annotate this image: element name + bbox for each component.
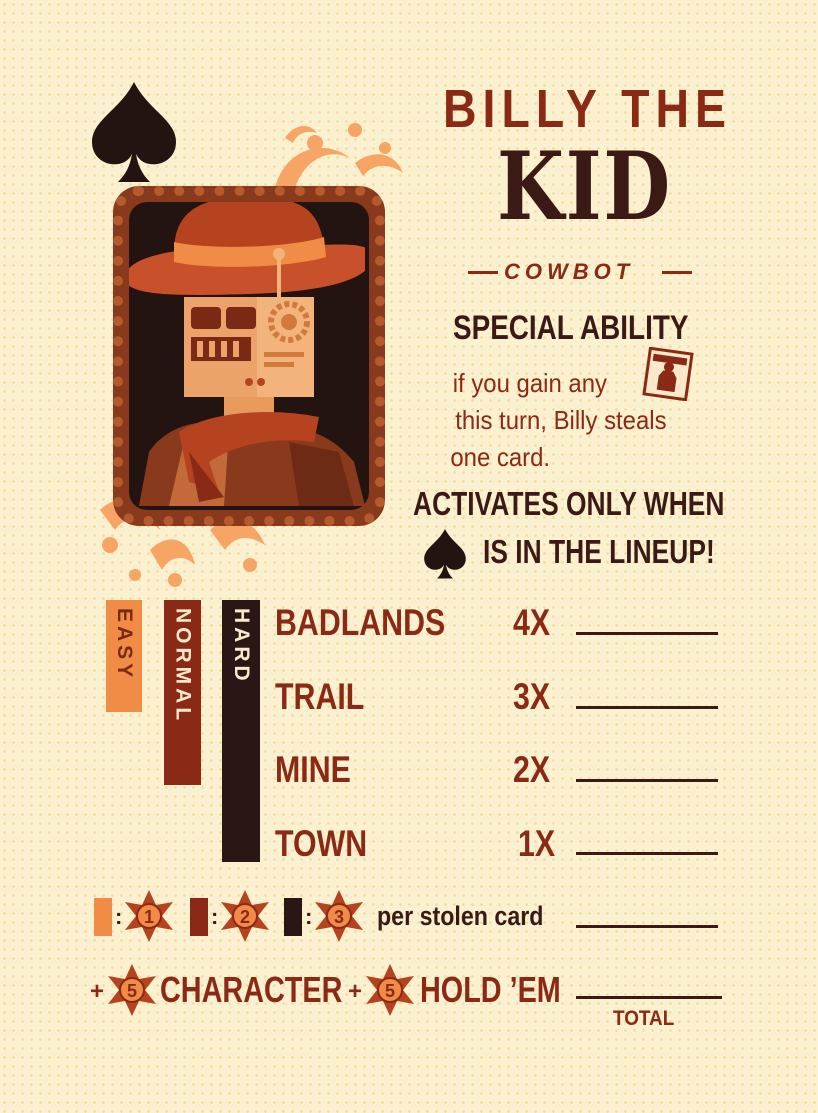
card-title-line2: KID: [497, 132, 672, 242]
character-bonus-label: CHARACTER: [160, 969, 343, 1010]
row-multiplier-mine: 2X: [513, 749, 551, 790]
difficulty-hard-label: HARD: [230, 608, 253, 685]
holdem-points: 5: [385, 981, 395, 1001]
sheriff-badge-icon: 2: [221, 890, 269, 942]
lineup-spade-icon: [424, 528, 466, 579]
difficulty-hard-bar: HARD: [222, 600, 260, 862]
ability-text-line3: one card.: [450, 442, 551, 472]
character-points: 5: [127, 981, 137, 1001]
plus-sign: +: [90, 978, 105, 1005]
hard-square-icon: [284, 898, 302, 936]
portrait-frame: [113, 186, 385, 526]
sheriff-badge-icon: 5: [366, 964, 414, 1016]
badge-value-3: 3: [334, 907, 344, 927]
row-label-mine: MINE: [275, 749, 351, 790]
plus-sign: +: [348, 978, 363, 1005]
per-stolen-card-label: per stolen card: [377, 901, 544, 931]
card-title-line1: BILLY THE: [443, 79, 733, 139]
holdem-bonus-label: HOLD ’EM: [420, 969, 561, 1010]
row-label-badlands: BADLANDS: [275, 602, 446, 643]
activates-line1: ACTIVATES ONLY WHEN: [413, 485, 725, 522]
ability-text-line1: if you gain any: [452, 368, 607, 398]
row-multiplier-town: 1X: [518, 823, 556, 864]
total-label: TOTAL: [613, 1007, 675, 1030]
sheriff-badge-icon: 1: [125, 890, 173, 942]
score-line-trail[interactable]: [576, 706, 718, 709]
score-line-mine[interactable]: [576, 779, 718, 782]
spade-icon: [92, 82, 176, 182]
normal-square-icon: [190, 898, 208, 936]
score-line-town[interactable]: [576, 852, 718, 855]
score-line-badlands[interactable]: [576, 632, 718, 635]
subtitle-dash-right: [662, 271, 692, 274]
row-label-town: TOWN: [275, 823, 368, 864]
difficulty-easy-bar: EASY: [106, 600, 142, 712]
score-line-total[interactable]: [576, 996, 722, 999]
subtitle-dash-left: [468, 271, 498, 274]
row-multiplier-trail: 3X: [513, 676, 551, 717]
cowbot-portrait-illustration: [129, 202, 365, 506]
score-line-stolen[interactable]: [576, 925, 718, 928]
easy-square-icon: [94, 898, 112, 936]
ability-text-line2: this turn, Billy steals: [455, 405, 667, 435]
row-multiplier-badlands: 4X: [513, 602, 551, 643]
sheriff-badge-icon: 3: [315, 890, 363, 942]
card-subtitle: COWBOT: [504, 259, 635, 284]
sheriff-badge-icon: 5: [108, 964, 156, 1016]
row-label-trail: TRAIL: [275, 676, 365, 717]
difficulty-normal-bar: NORMAL: [164, 600, 201, 785]
activates-line2: IS IN THE LINEUP!: [483, 533, 715, 570]
subtitle-row: COWBOT: [468, 258, 692, 286]
special-ability-heading: SPECIAL ABILITY: [453, 309, 689, 347]
wanted-poster-icon: [642, 347, 694, 401]
badge-value-1: 1: [144, 907, 154, 927]
badge-value-2: 2: [240, 907, 250, 927]
difficulty-normal-label: NORMAL: [171, 608, 195, 725]
difficulty-easy-label: EASY: [113, 608, 136, 682]
